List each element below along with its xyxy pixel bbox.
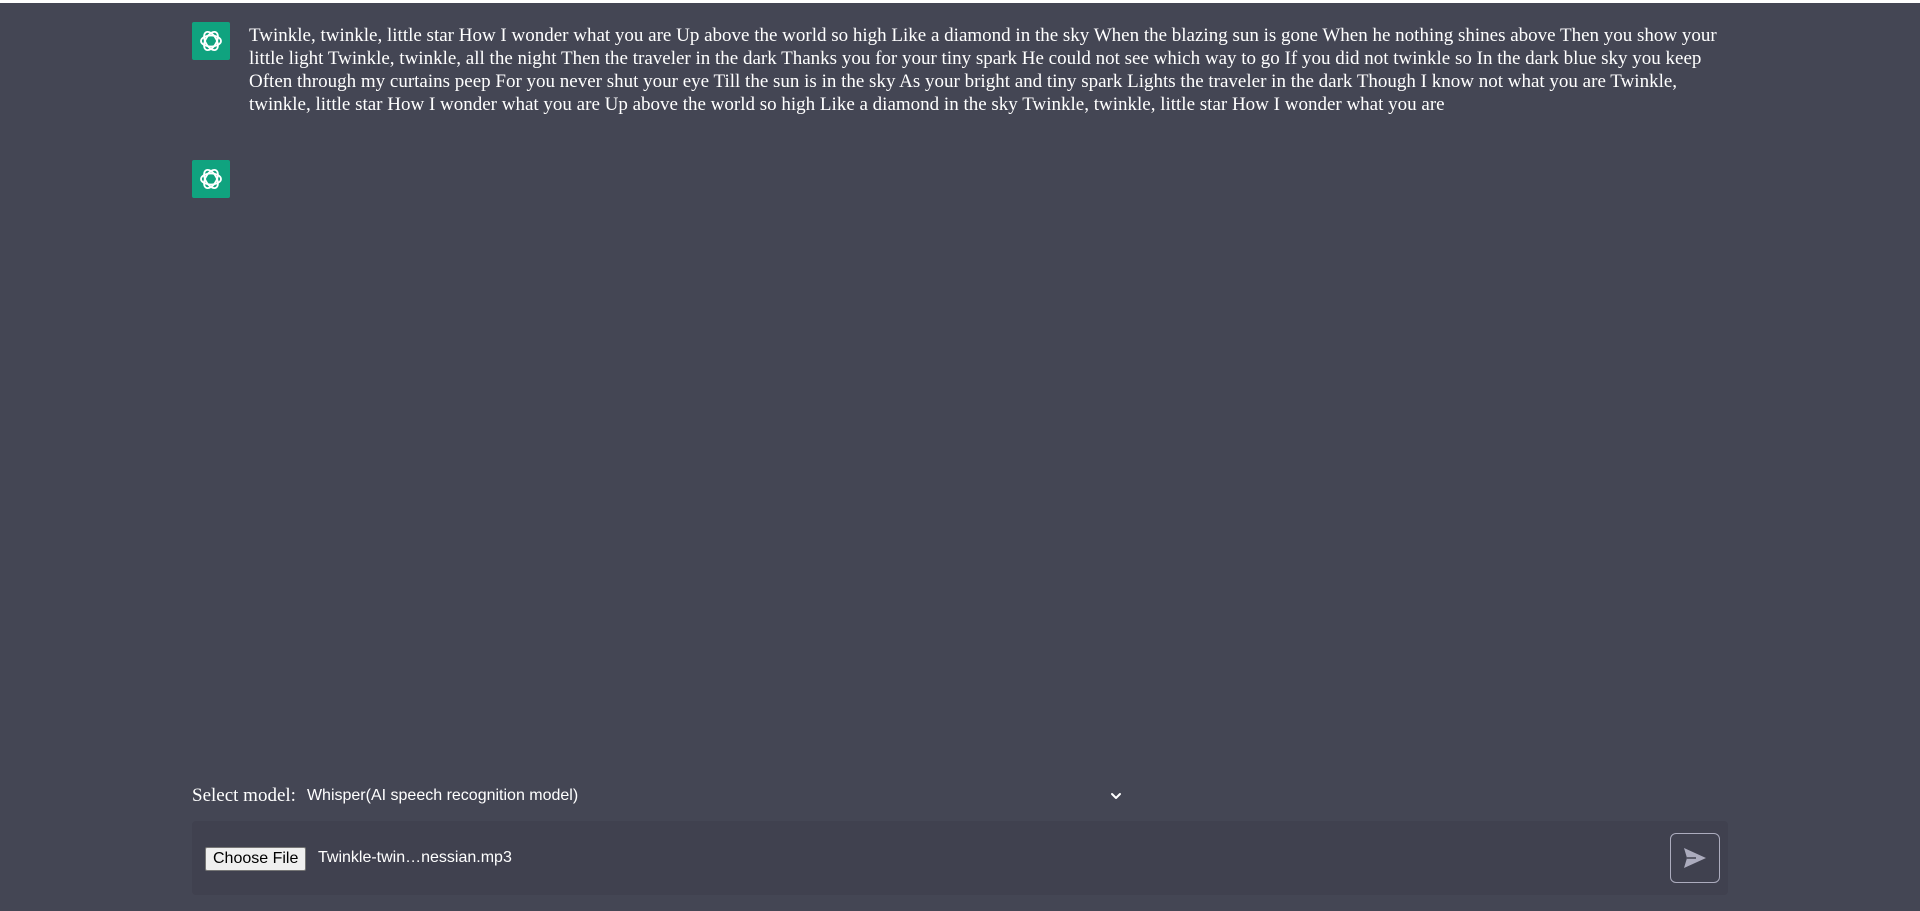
openai-logo-icon — [200, 169, 222, 189]
assistant-avatar — [192, 160, 230, 198]
assistant-avatar — [192, 22, 230, 60]
openai-logo-icon — [200, 31, 222, 51]
model-select[interactable]: Whisper(AI speech recognition model) — [307, 787, 1127, 805]
model-select-value: Whisper(AI speech recognition model) — [306, 787, 579, 804]
assistant-message: Twinkle, twinkle, little star How I wond… — [192, 22, 1728, 116]
send-button[interactable] — [1670, 833, 1720, 883]
send-icon — [1684, 848, 1706, 868]
model-label: Select model: — [192, 785, 296, 806]
assistant-message — [192, 160, 1728, 198]
input-bar: Choose File Twinkle-twin…nessian.mp3 — [192, 821, 1728, 895]
message-text: Twinkle, twinkle, little star How I wond… — [249, 25, 1717, 115]
choose-file-button[interactable]: Choose File — [205, 847, 307, 871]
window-top-edge — [0, 0, 1920, 3]
selected-file-name: Twinkle-twin…nessian.mp3 — [318, 849, 512, 866]
chevron-down-icon — [1110, 793, 1121, 799]
model-selector-row: Select model: Whisper(AI speech recognit… — [192, 785, 1127, 807]
chat-thread: Twinkle, twinkle, little star How I wond… — [192, 22, 1728, 198]
